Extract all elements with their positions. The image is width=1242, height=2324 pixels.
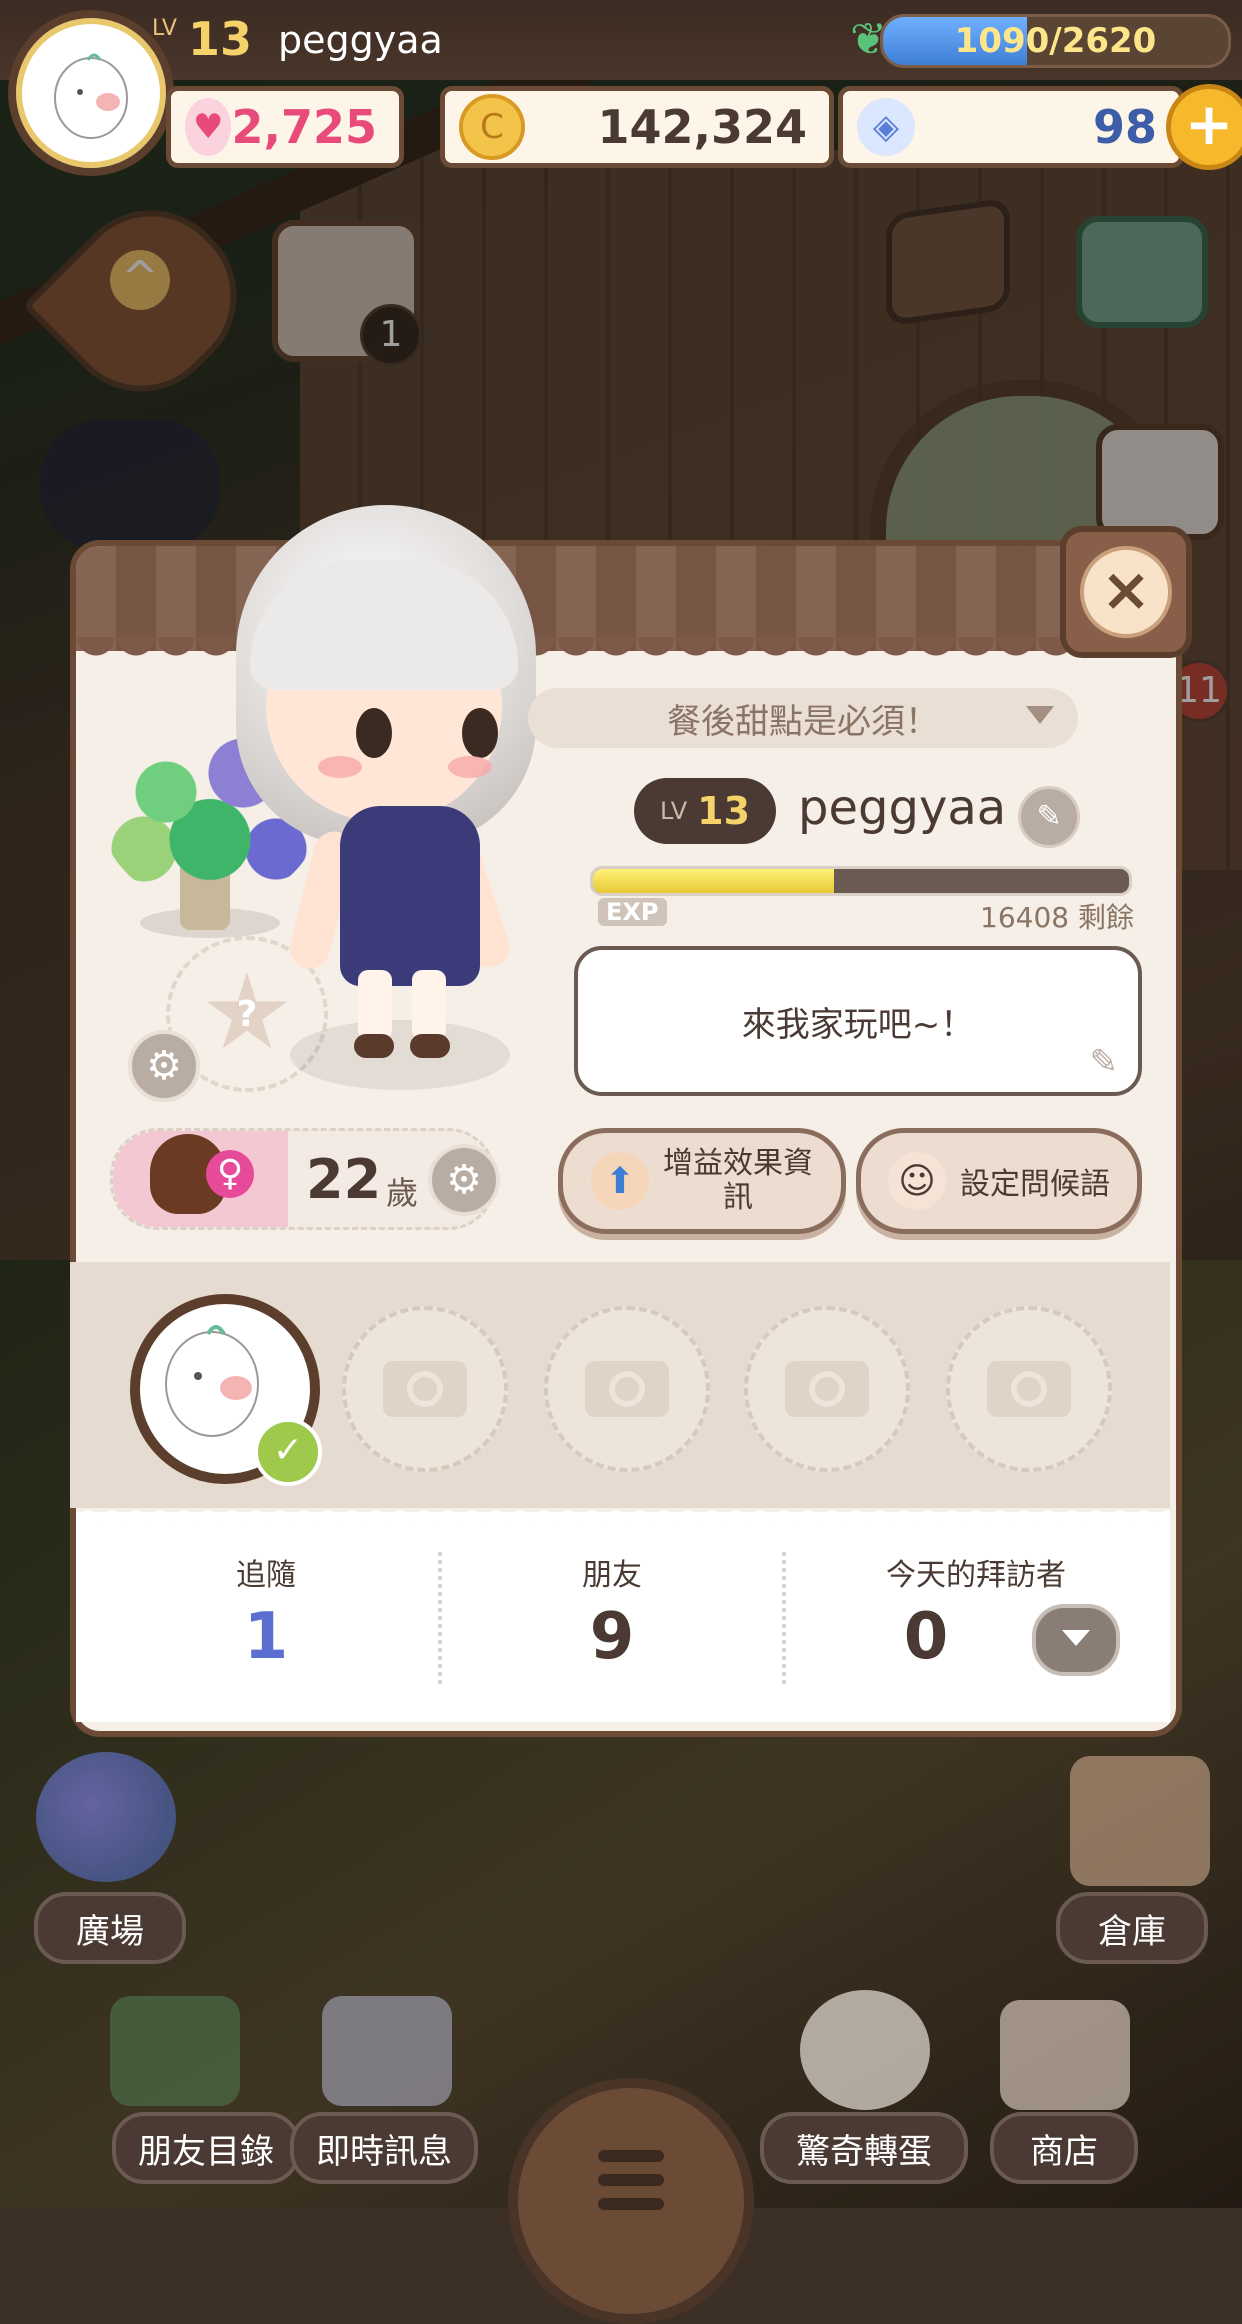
coins-counter[interactable]: C 142,324 bbox=[440, 86, 834, 168]
player-avatar[interactable] bbox=[8, 10, 174, 176]
profile-level-pill: LV 13 bbox=[634, 778, 776, 844]
character-left-blush bbox=[318, 756, 362, 778]
age-settings-gear-icon[interactable]: ⚙ bbox=[428, 1144, 500, 1216]
age-value: 22 bbox=[306, 1148, 382, 1211]
character-right-blush bbox=[448, 756, 492, 778]
shop-button[interactable]: 商店 bbox=[990, 2112, 1138, 2184]
avatar-illustration-icon bbox=[54, 53, 128, 139]
instant-message-icon[interactable] bbox=[322, 1996, 452, 2106]
warehouse-button[interactable]: 倉庫 bbox=[1056, 1892, 1208, 1964]
character-left-eye bbox=[356, 708, 392, 758]
coins-value: 142,324 bbox=[597, 100, 807, 154]
plaza-icon[interactable] bbox=[36, 1752, 176, 1882]
close-icon: × bbox=[1080, 546, 1172, 638]
pet-settings-gear-icon[interactable]: ⚙ bbox=[128, 1030, 200, 1102]
friends-list-button[interactable]: 朋友目錄 bbox=[112, 2112, 300, 2184]
stats-divider bbox=[438, 1552, 442, 1684]
pencil-icon: ✎ bbox=[1089, 1042, 1119, 1082]
edit-name-button[interactable]: ✎ bbox=[1018, 786, 1080, 848]
camera-icon bbox=[585, 1361, 669, 1417]
check-icon: ✓ bbox=[254, 1418, 322, 1486]
coin-icon: C bbox=[459, 94, 525, 160]
heart-icon: ♥ bbox=[185, 98, 232, 156]
photo-slot-4[interactable] bbox=[744, 1306, 910, 1472]
buff-info-button[interactable]: ⬆ 增益效果資訊 bbox=[558, 1128, 846, 1234]
chevron-down-icon bbox=[1026, 706, 1054, 724]
profile-level-number: 13 bbox=[697, 789, 751, 833]
friends-list-icon[interactable] bbox=[110, 1996, 240, 2106]
character-dress[interactable] bbox=[340, 806, 480, 986]
age-unit: 歲 bbox=[386, 1174, 419, 1212]
mood-text: 餐後甜點是必須！ bbox=[667, 701, 939, 742]
exp-progress-bar bbox=[590, 866, 1132, 896]
character-left-leg bbox=[358, 970, 392, 1040]
hearts-counter[interactable]: ♥ 2,725 bbox=[166, 86, 404, 168]
greeting-text: 來我家玩吧~！ bbox=[741, 1004, 975, 1045]
close-button[interactable]: × bbox=[1060, 526, 1192, 658]
waving-face-icon: ☺ bbox=[888, 1152, 946, 1210]
greeting-bubble[interactable]: 來我家玩吧~！ ✎ bbox=[574, 946, 1142, 1096]
visitors-expand-button[interactable] bbox=[1032, 1604, 1120, 1676]
visitors-value: 0 bbox=[903, 1600, 949, 1674]
profile-level-prefix: LV bbox=[659, 797, 688, 825]
pencil-icon: ✎ bbox=[1036, 799, 1062, 834]
buff-icon: ⬆ bbox=[591, 1152, 649, 1210]
chevron-down-icon bbox=[1062, 1630, 1090, 1646]
female-symbol-icon: ♀ bbox=[206, 1150, 254, 1198]
follow-label: 追隨 bbox=[236, 1558, 296, 1593]
buff-info-label: 增益效果資訊 bbox=[663, 1146, 813, 1215]
exp-progress-fill bbox=[593, 869, 835, 893]
mood-dropdown[interactable]: 餐後甜點是必須！ bbox=[528, 688, 1078, 748]
plaza-button[interactable]: 廣場 bbox=[34, 1892, 186, 1964]
energy-bar-text: 1090/2620 bbox=[954, 21, 1157, 61]
character-left-shoe bbox=[354, 1034, 394, 1058]
exp-remaining: 16408 剩餘 bbox=[980, 896, 1134, 936]
add-gems-button[interactable]: + bbox=[1166, 84, 1242, 170]
set-greeting-button[interactable]: ☺ 設定問候語 bbox=[856, 1128, 1142, 1234]
gacha-icon[interactable] bbox=[800, 1990, 930, 2110]
photo-slot-2[interactable] bbox=[342, 1306, 508, 1472]
top-level-prefix: LV bbox=[152, 16, 177, 41]
character-right-shoe bbox=[410, 1034, 450, 1058]
friends-value[interactable]: 9 bbox=[462, 1600, 762, 1674]
menu-icon bbox=[598, 2150, 664, 2222]
shop-icon[interactable] bbox=[1000, 2000, 1130, 2110]
gems-counter[interactable]: ◈ 98 bbox=[838, 86, 1184, 168]
warehouse-icon[interactable] bbox=[1070, 1756, 1210, 1886]
star-question-icon: ? bbox=[206, 972, 288, 1049]
energy-bar: 1090/2620 bbox=[880, 14, 1231, 68]
photo-slot-3[interactable] bbox=[544, 1306, 710, 1472]
top-username: peggyaa bbox=[278, 18, 443, 62]
gems-value: 98 bbox=[1092, 100, 1157, 154]
exp-remaining-suffix: 剩餘 bbox=[1077, 901, 1134, 934]
camera-icon bbox=[987, 1361, 1071, 1417]
set-greeting-label: 設定問候語 bbox=[960, 1167, 1110, 1202]
photo-slot-5[interactable] bbox=[946, 1306, 1112, 1472]
gacha-button[interactable]: 驚奇轉蛋 bbox=[760, 2112, 968, 2184]
follow-value[interactable]: 1 bbox=[116, 1600, 416, 1674]
exp-label: EXP bbox=[598, 898, 667, 926]
hearts-value: 2,725 bbox=[231, 100, 377, 154]
character-right-leg bbox=[412, 970, 446, 1040]
character-right-eye bbox=[462, 708, 498, 758]
profile-name: peggyaa bbox=[798, 780, 1007, 836]
top-level-number: 13 bbox=[188, 12, 253, 66]
main-menu-button[interactable] bbox=[508, 2078, 754, 2324]
gem-icon: ◈ bbox=[857, 98, 915, 156]
visitors-label: 今天的拜訪者 bbox=[886, 1558, 1066, 1593]
camera-icon bbox=[383, 1361, 467, 1417]
friends-label: 朋友 bbox=[582, 1558, 642, 1593]
character-shadow bbox=[290, 1020, 510, 1090]
exp-remaining-value: 16408 bbox=[980, 901, 1070, 934]
camera-icon bbox=[785, 1361, 869, 1417]
instant-message-button[interactable]: 即時訊息 bbox=[290, 2112, 478, 2184]
